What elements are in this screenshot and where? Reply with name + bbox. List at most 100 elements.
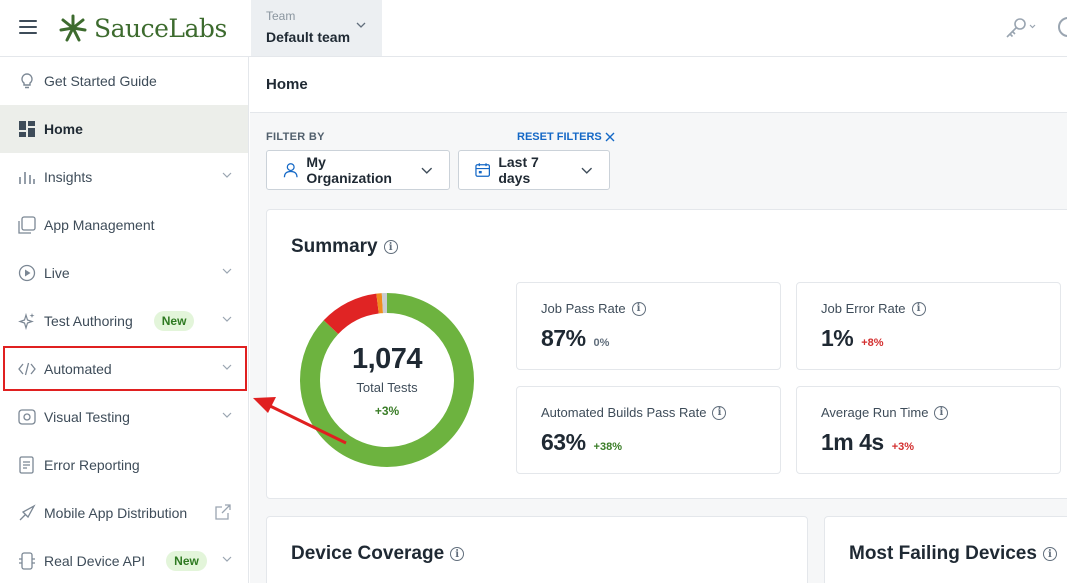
total-tests-value: 1,074 [351, 342, 423, 375]
info-icon[interactable]: i [1042, 547, 1057, 561]
metric-label-text: Automated Builds Pass Rate [541, 405, 707, 420]
sidebar-item-mobile-app-distribution[interactable]: Mobile App Distribution [0, 489, 248, 537]
sidebar-item-label: Mobile App Distribution [44, 505, 188, 521]
sidebar-item-visual-testing[interactable]: Visual Testing [0, 393, 248, 441]
sidebar-item-label: App Management [44, 217, 155, 233]
sidebar-item-label: Live [44, 265, 70, 281]
organization-filter-value: My Organization [306, 154, 392, 186]
metric-value: 87% [541, 325, 586, 351]
metric-label: Average Run Time i [821, 405, 1036, 420]
new-badge: New [166, 551, 207, 571]
sidebar-item-get-started-guide[interactable]: Get Started Guide [0, 57, 248, 105]
chevron-down-icon [421, 167, 433, 174]
lightbulb-icon [17, 71, 37, 91]
sidebar-item-home[interactable]: Home [0, 105, 248, 153]
info-icon[interactable]: i [712, 405, 727, 420]
info-icon[interactable]: i [631, 301, 646, 316]
chevron-down-icon [581, 167, 593, 174]
team-value: Default team [266, 29, 351, 45]
sidebar-item-live[interactable]: Live [0, 249, 248, 297]
most-failing-title: Most Failing Devices i [849, 543, 1057, 565]
most-failing-title-text: Most Failing Devices [849, 543, 1037, 564]
help-icon[interactable] [1058, 17, 1067, 37]
chevron-down-icon [222, 556, 232, 562]
sidebar-item-label: Test Authoring [44, 313, 133, 329]
reset-filters-label: RESET FILTERS [517, 131, 602, 143]
sidebar-item-label: Home [44, 121, 83, 137]
bar-chart-icon [17, 167, 37, 187]
metric-value: 1m 4s [821, 429, 884, 455]
summary-title: Summary i [291, 236, 398, 258]
chevron-down-icon [222, 316, 232, 322]
date-range-filter[interactable]: Last 7 days [458, 150, 610, 190]
user-icon [283, 163, 298, 178]
sauce-leaf-icon [59, 14, 87, 42]
info-icon[interactable]: i [911, 301, 926, 316]
chevron-down-icon [222, 412, 232, 418]
metric-job-pass-rate[interactable]: Job Pass Rate i 87% 0% [516, 282, 781, 370]
sidebar-item-label: Error Reporting [44, 457, 140, 473]
metric-average-run-time[interactable]: Average Run Time i 1m 4s +3% [796, 386, 1061, 474]
mobile-distribution-icon [17, 503, 37, 523]
sidebar-item-error-reporting[interactable]: Error Reporting [0, 441, 248, 489]
total-tests-label: Total Tests [356, 379, 418, 395]
external-link-icon[interactable] [214, 503, 232, 521]
device-coverage-card: Device Coverage i [266, 516, 808, 583]
filter-by-label: FILTER BY [266, 131, 325, 143]
metric-label: Job Error Rate i [821, 301, 1036, 316]
info-icon[interactable]: i [450, 547, 465, 561]
organization-filter[interactable]: My Organization [266, 150, 450, 190]
sidebar-item-label: Real Device API [44, 553, 146, 569]
close-icon [605, 132, 615, 142]
metric-delta: +8% [861, 337, 884, 349]
chevron-down-icon [222, 172, 232, 178]
top-bar: SauceLabs Team Default team [0, 0, 1067, 57]
api-icon [17, 551, 37, 571]
team-selector[interactable]: Team Default team [251, 0, 382, 56]
metric-label-text: Average Run Time [821, 405, 929, 420]
sidebar-item-real-device-api[interactable]: Real Device API New [0, 537, 248, 583]
metric-value: 63% [541, 429, 586, 455]
chevron-down-icon [222, 364, 232, 370]
chevron-down-icon [356, 22, 366, 28]
donut-center: 1,074 Total Tests +3% [291, 284, 483, 476]
info-icon[interactable]: i [934, 405, 949, 420]
device-coverage-title: Device Coverage i [291, 543, 465, 565]
metric-automated-builds-pass-rate[interactable]: Automated Builds Pass Rate i 63% +38% [516, 386, 781, 474]
metric-job-error-rate[interactable]: Job Error Rate i 1% +8% [796, 282, 1061, 370]
sidebar: Get Started Guide Home Insights App Mana… [0, 57, 249, 583]
reset-filters-button[interactable]: RESET FILTERS [517, 131, 615, 143]
metric-value: 1% [821, 325, 854, 351]
sparkle-icon [17, 311, 37, 331]
main-content: Home FILTER BY RESET FILTERS My Organiza… [250, 57, 1067, 583]
sidebar-item-insights[interactable]: Insights [0, 153, 248, 201]
key-icon[interactable] [1004, 17, 1038, 39]
logo-text: SauceLabs [94, 13, 227, 43]
error-report-icon [17, 455, 37, 475]
play-icon [17, 263, 37, 283]
sidebar-item-label: Automated [44, 361, 112, 377]
sidebar-item-app-management[interactable]: App Management [0, 201, 248, 249]
page-header: Home [250, 57, 1067, 113]
metric-delta: +38% [593, 441, 622, 453]
device-coverage-title-text: Device Coverage [291, 543, 445, 564]
code-icon [17, 359, 37, 379]
sidebar-item-test-authoring[interactable]: Test Authoring New [0, 297, 248, 345]
most-failing-devices-card: Most Failing Devices i [824, 516, 1067, 583]
calendar-icon [475, 163, 491, 177]
sidebar-item-label: Visual Testing [44, 409, 130, 425]
info-icon[interactable]: i [383, 240, 398, 254]
eye-icon [17, 407, 37, 427]
metric-delta: 0% [593, 337, 610, 349]
dashboard-icon [17, 119, 37, 139]
metric-delta: +3% [891, 441, 915, 453]
sidebar-item-automated[interactable]: Automated [0, 345, 248, 393]
saucelabs-logo[interactable]: SauceLabs [58, 12, 227, 44]
date-range-filter-value: Last 7 days [498, 154, 539, 186]
team-label: Team [266, 9, 296, 23]
hamburger-menu-icon[interactable] [19, 20, 37, 34]
new-badge: New [153, 311, 195, 331]
page-title: Home [266, 76, 308, 93]
metric-label: Job Pass Rate i [541, 301, 756, 316]
summary-title-text: Summary [291, 236, 378, 257]
